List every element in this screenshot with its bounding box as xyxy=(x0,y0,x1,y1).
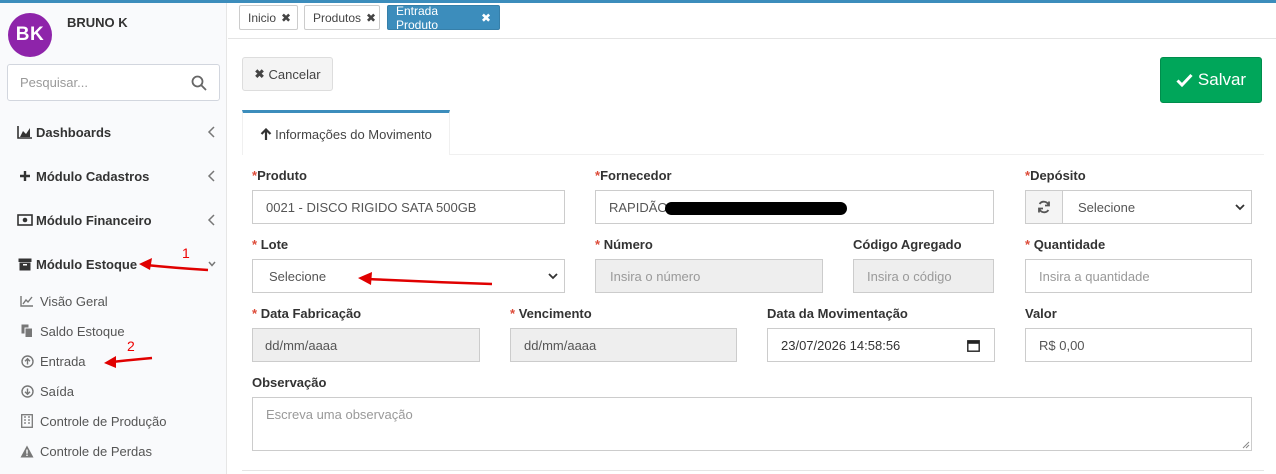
sidebar-subitem-saida[interactable]: Saída xyxy=(0,377,227,405)
check-icon xyxy=(1176,73,1193,87)
close-icon[interactable]: ✖ xyxy=(481,11,491,25)
arrow-circle-up-icon xyxy=(20,354,34,368)
cancel-button[interactable]: ✖ Cancelar xyxy=(242,57,333,91)
deposito-label: *Depósito xyxy=(1025,168,1086,183)
arrow-up-icon xyxy=(260,127,272,140)
chevron-down-icon xyxy=(548,273,558,280)
cancel-label: Cancelar xyxy=(268,66,321,82)
search-input[interactable] xyxy=(8,65,178,100)
plus-icon xyxy=(17,168,33,184)
sidebar-item-estoque[interactable]: Módulo Estoque xyxy=(0,244,227,284)
deposito-select[interactable]: Selecione xyxy=(1062,190,1252,224)
lote-select[interactable]: Selecione xyxy=(252,259,565,293)
sidebar-item-label: Módulo Financeiro xyxy=(36,212,152,228)
form-bottom-divider xyxy=(242,470,1264,471)
close-icon: ✖ xyxy=(254,67,265,81)
tab-divider xyxy=(450,154,1264,155)
close-icon[interactable]: ✖ xyxy=(366,11,376,25)
user-name: BRUNO K xyxy=(67,15,128,30)
copy-icon xyxy=(20,324,34,338)
vencimento-label: * Vencimento xyxy=(510,306,592,321)
deposito-value: Selecione xyxy=(1078,199,1136,215)
tab-inicio[interactable]: Inicio ✖ xyxy=(239,5,298,30)
line-chart-icon xyxy=(20,294,34,308)
numero-label: * Número xyxy=(595,237,653,252)
chevron-down-icon xyxy=(208,261,216,267)
tab-label: Entrada Produto xyxy=(396,3,439,32)
observacao-textarea[interactable]: Escreva uma observação xyxy=(252,397,1252,451)
observacao-placeholder: Escreva uma observação xyxy=(266,407,413,422)
vencimento-field[interactable]: dd/mm/aaaa xyxy=(510,328,737,362)
sidebar-subitem-controle-perdas[interactable]: Controle de Perdas xyxy=(0,437,227,465)
sidebar-subitem-controle-producao[interactable]: Controle de Produção xyxy=(0,407,227,435)
data-movimentacao-label: Data da Movimentação xyxy=(767,306,908,321)
save-label: Salvar xyxy=(1197,70,1247,89)
sidebar-item-dashboards[interactable]: Dashboards xyxy=(0,112,227,152)
annotation-number-2: 2 xyxy=(127,338,135,354)
chevron-left-icon xyxy=(207,214,215,226)
sidebar-subitem-label: Controle de Produção xyxy=(40,413,167,429)
redaction-mark xyxy=(665,202,847,215)
tab-label: Inicio xyxy=(248,10,277,25)
data-fabricacao-field[interactable]: dd/mm/aaaa xyxy=(252,328,480,362)
produto-field[interactable]: 0021 - DISCO RIGIDO SATA 500GB xyxy=(252,190,565,224)
data-movimentacao-field[interactable]: 23/07/2026 14:58:56 xyxy=(767,328,995,362)
refresh-icon xyxy=(1038,200,1050,214)
sidebar-subitem-label: Visão Geral xyxy=(40,293,108,309)
sidebar-item-label: Módulo Estoque xyxy=(36,256,138,272)
quantidade-label: * Quantidade xyxy=(1025,237,1106,252)
chevron-down-icon xyxy=(1235,204,1245,211)
money-icon xyxy=(17,212,33,228)
sidebar-search xyxy=(7,64,220,101)
save-button[interactable]: Salvar xyxy=(1160,57,1262,103)
tab-entrada-produto[interactable]: Entrada Produto ✖ xyxy=(387,3,500,32)
sidebar-item-financeiro[interactable]: Módulo Financeiro xyxy=(0,200,227,240)
lote-value: Selecione xyxy=(269,268,327,284)
area-chart-icon xyxy=(17,124,33,140)
quantidade-field[interactable]: Insira a quantidade xyxy=(1025,259,1252,293)
resize-grip-icon[interactable] xyxy=(1241,440,1250,449)
data-fabricacao-label: * Data Fabricação xyxy=(252,306,362,321)
refresh-button[interactable] xyxy=(1025,190,1063,224)
building-icon xyxy=(20,414,34,428)
numero-field[interactable]: Insira o número xyxy=(595,259,823,293)
codigo-agregado-field[interactable]: Insira o código xyxy=(853,259,994,293)
chevron-left-icon xyxy=(207,126,215,138)
chevron-left-icon xyxy=(207,170,215,182)
tab-informacoes-movimento[interactable]: Informações do Movimento xyxy=(242,110,450,155)
fornecedor-label: *Fornecedor xyxy=(595,168,672,183)
sidebar-subitem-visao-geral[interactable]: Visão Geral xyxy=(0,287,227,315)
sidebar-subitem-label: Entrada xyxy=(40,353,86,369)
close-icon[interactable]: ✖ xyxy=(281,11,291,25)
arrow-circle-down-icon xyxy=(20,384,34,398)
tab-produtos[interactable]: Produtos ✖ xyxy=(304,5,380,30)
sidebar-subitem-label: Controle de Perdas xyxy=(40,443,153,459)
sidebar-subitem-saldo-estoque[interactable]: Saldo Estoque xyxy=(0,317,227,345)
avatar[interactable]: BK xyxy=(8,13,52,57)
lote-label: * Lote xyxy=(252,237,289,252)
search-icon[interactable] xyxy=(191,75,207,91)
observacao-label: Observação xyxy=(252,375,327,390)
sidebar-subitem-label: Saída xyxy=(40,383,74,399)
codigo-agregado-label: Código Agregado xyxy=(853,237,962,252)
valor-label: Valor xyxy=(1025,306,1057,321)
archive-icon xyxy=(17,256,33,272)
sidebar-subitem-entrada[interactable]: Entrada xyxy=(0,347,227,375)
calendar-icon[interactable] xyxy=(967,339,980,352)
warning-icon xyxy=(20,444,34,458)
annotation-number-1: 1 xyxy=(182,245,190,261)
data-movimentacao-value: 23/07/2026 14:58:56 xyxy=(781,337,901,353)
sidebar-item-label: Dashboards xyxy=(36,124,112,140)
open-tabs-bar xyxy=(228,3,1276,39)
valor-field[interactable]: R$ 0,00 xyxy=(1025,328,1252,362)
sidebar-item-label: Módulo Cadastros xyxy=(36,168,150,184)
sidebar-subitem-label: Saldo Estoque xyxy=(40,323,125,339)
section-tab-label: Informações do Movimento xyxy=(275,126,432,142)
sidebar-item-cadastros[interactable]: Módulo Cadastros xyxy=(0,156,227,196)
tab-label: Produtos xyxy=(313,10,362,25)
produto-label: *Produto xyxy=(252,168,307,183)
